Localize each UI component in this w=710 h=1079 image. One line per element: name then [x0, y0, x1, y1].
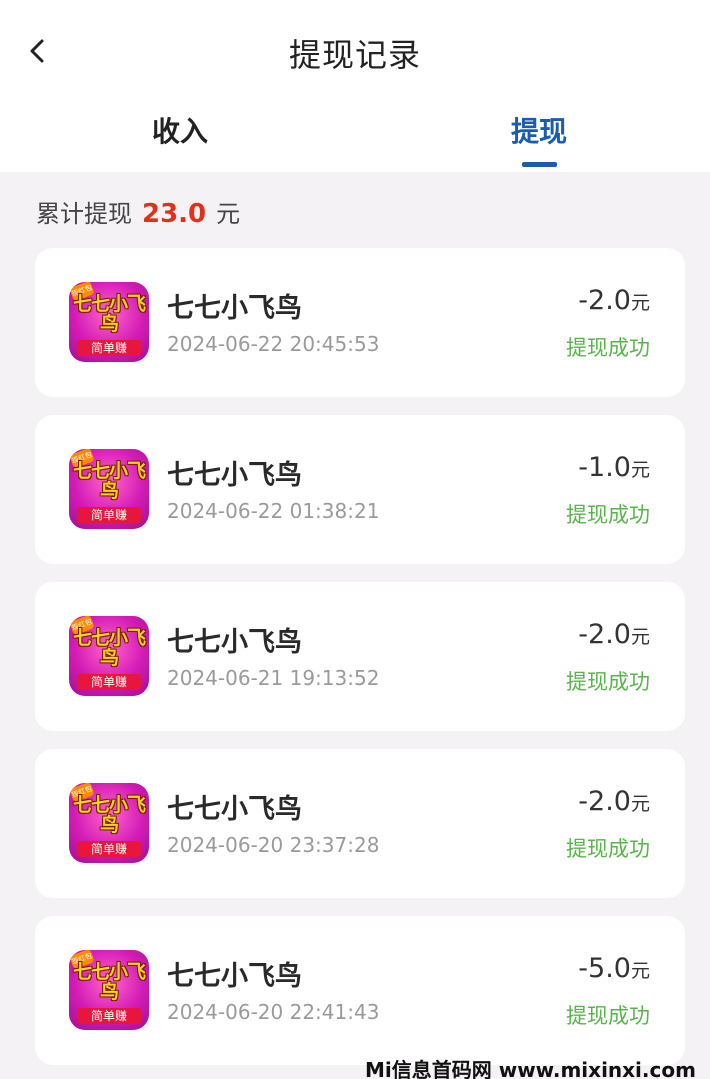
- app-logo: 现红包 七七小飞鸟 简单赚: [69, 616, 149, 696]
- record-time: 2024-06-20 22:41:43: [167, 1000, 380, 1024]
- top-bar: 提现记录 收入 提现: [0, 0, 710, 172]
- record-amount-unit: 元: [630, 960, 650, 982]
- record-status: 提现成功: [566, 1004, 650, 1028]
- withdraw-summary: 累计提现 23.0 元: [36, 194, 240, 229]
- app-logo: 现红包 七七小飞鸟 简单赚: [69, 950, 149, 1030]
- record-card[interactable]: 现红包 七七小飞鸟 简单赚 七七小飞鸟 2024-06-22 01:38:21 …: [35, 415, 685, 564]
- logo-word: 七七小飞鸟: [72, 794, 146, 836]
- summary-unit: 元: [216, 200, 241, 228]
- record-amount-value: -2.0: [578, 786, 631, 817]
- record-amount-value: -5.0: [578, 953, 631, 984]
- tab-income[interactable]: 收入: [80, 110, 280, 150]
- record-time: 2024-06-22 01:38:21: [167, 499, 380, 523]
- logo-word: 七七小飞鸟: [72, 627, 146, 669]
- summary-amount: 23.0: [142, 199, 207, 229]
- record-time: 2024-06-21 19:13:52: [167, 666, 380, 690]
- watermark: Mi信息首码网 www.mixinxi.com: [365, 1058, 696, 1079]
- logo-strip: 简单赚: [77, 841, 141, 857]
- record-name: 七七小飞鸟: [167, 460, 302, 491]
- record-amount: -1.0元: [578, 452, 650, 483]
- record-time: 2024-06-22 20:45:53: [167, 332, 380, 356]
- record-name: 七七小飞鸟: [167, 794, 302, 825]
- record-card[interactable]: 现红包 七七小飞鸟 简单赚 七七小飞鸟 2024-06-20 22:41:43 …: [35, 916, 685, 1065]
- logo-strip: 简单赚: [77, 340, 141, 356]
- record-amount-unit: 元: [630, 459, 650, 481]
- record-amount-value: -2.0: [578, 285, 631, 316]
- logo-strip: 简单赚: [77, 507, 141, 523]
- app-logo: 现红包 七七小飞鸟 简单赚: [69, 449, 149, 529]
- record-amount-value: -1.0: [578, 452, 631, 483]
- app-logo: 现红包 七七小飞鸟 简单赚: [69, 282, 149, 362]
- record-amount: -2.0元: [578, 619, 650, 650]
- logo-word: 七七小飞鸟: [72, 293, 146, 335]
- logo-word: 七七小飞鸟: [72, 460, 146, 502]
- record-time: 2024-06-20 23:37:28: [167, 833, 380, 857]
- record-status: 提现成功: [566, 837, 650, 861]
- app-logo: 现红包 七七小飞鸟 简单赚: [69, 783, 149, 863]
- logo-word: 七七小飞鸟: [72, 961, 146, 1003]
- record-status: 提现成功: [566, 503, 650, 527]
- record-status: 提现成功: [566, 670, 650, 694]
- record-amount-unit: 元: [630, 292, 650, 314]
- record-amount-unit: 元: [630, 793, 650, 815]
- record-amount: -2.0元: [578, 786, 650, 817]
- logo-strip: 简单赚: [77, 1008, 141, 1024]
- record-name: 七七小飞鸟: [167, 627, 302, 658]
- summary-label: 累计提现: [36, 200, 132, 228]
- active-tab-indicator: [522, 162, 557, 167]
- record-name: 七七小飞鸟: [167, 961, 302, 992]
- logo-strip: 简单赚: [77, 674, 141, 690]
- record-card[interactable]: 现红包 七七小飞鸟 简单赚 七七小飞鸟 2024-06-22 20:45:53 …: [35, 248, 685, 397]
- record-amount: -5.0元: [578, 953, 650, 984]
- record-amount-value: -2.0: [578, 619, 631, 650]
- page-title: 提现记录: [288, 36, 421, 74]
- record-status: 提现成功: [566, 336, 650, 360]
- record-card[interactable]: 现红包 七七小飞鸟 简单赚 七七小飞鸟 2024-06-21 19:13:52 …: [35, 582, 685, 731]
- record-name: 七七小飞鸟: [167, 293, 302, 324]
- record-amount: -2.0元: [578, 285, 650, 316]
- record-amount-unit: 元: [630, 626, 650, 648]
- record-card[interactable]: 现红包 七七小飞鸟 简单赚 七七小飞鸟 2024-06-20 23:37:28 …: [35, 749, 685, 898]
- tab-withdraw[interactable]: 提现: [439, 110, 639, 150]
